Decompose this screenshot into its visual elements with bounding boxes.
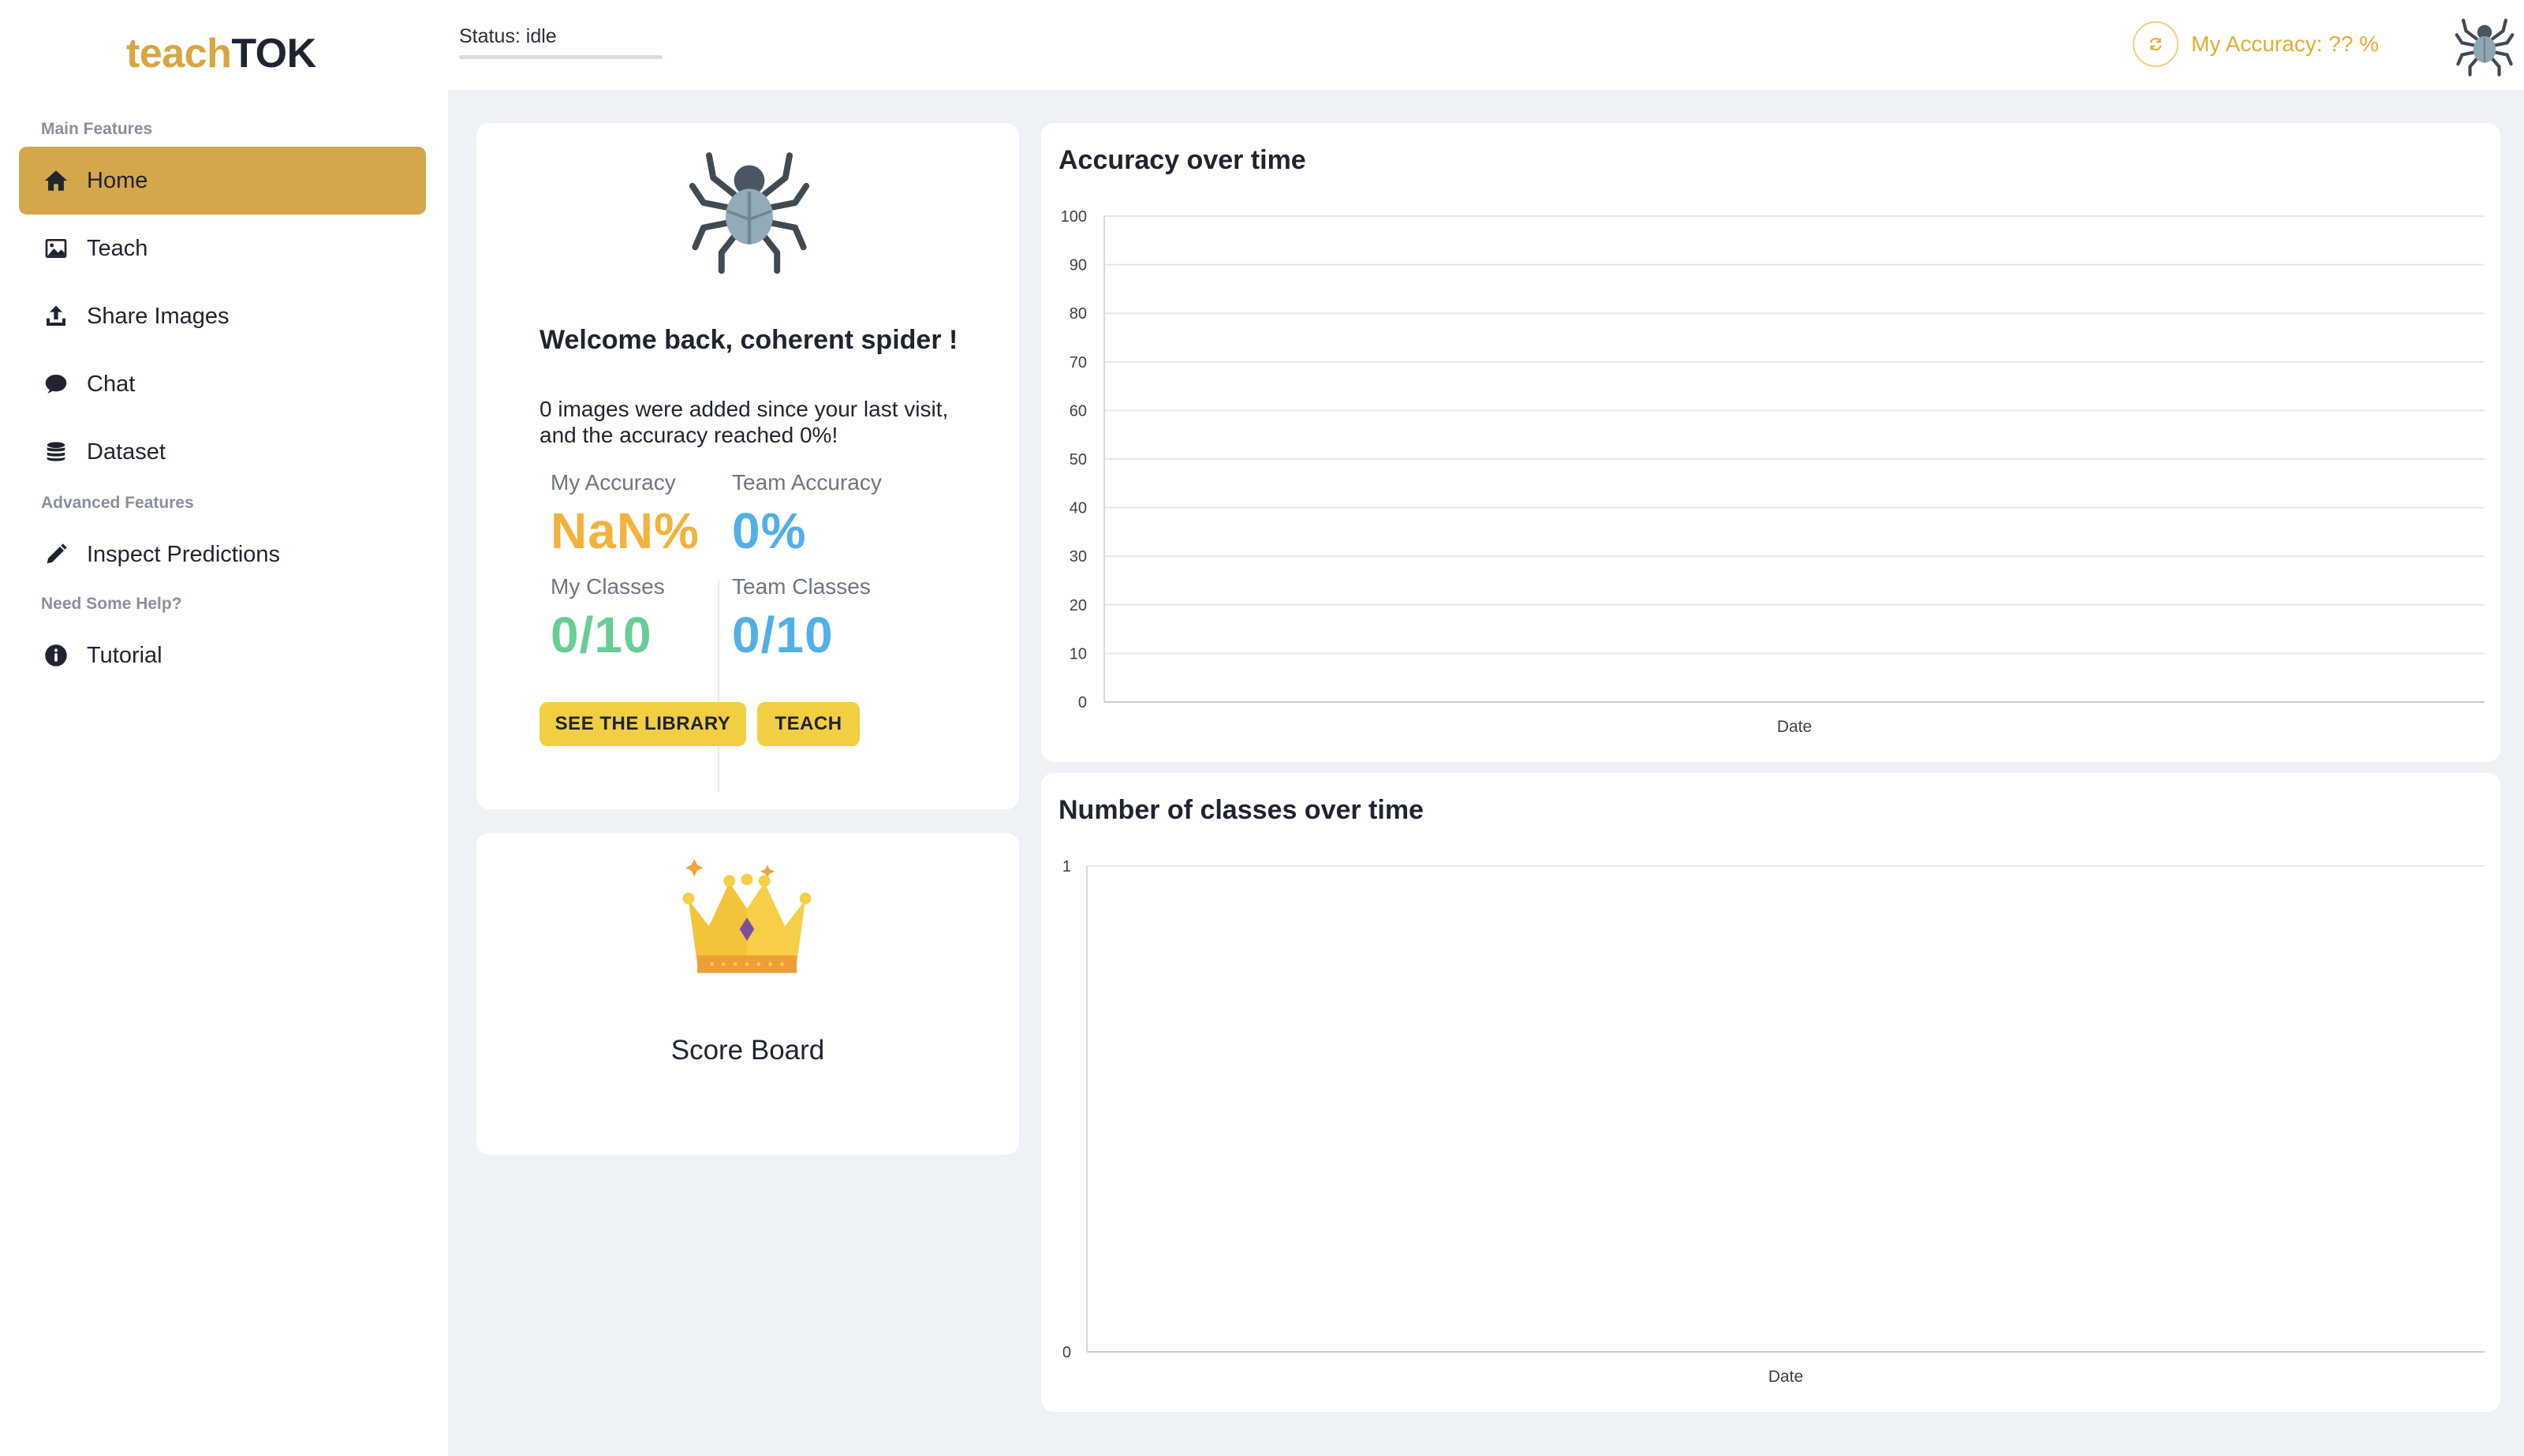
y-tick-label: 60 bbox=[1070, 402, 1087, 420]
team-accuracy-stat: Team Accuracy 0% bbox=[732, 470, 882, 560]
sidebar-item-dataset[interactable]: Dataset bbox=[19, 418, 426, 486]
sidebar-item-label: Chat bbox=[87, 371, 136, 397]
y-tick-label: 80 bbox=[1070, 305, 1087, 323]
y-tick-label: 100 bbox=[1061, 208, 1087, 226]
image-icon bbox=[43, 235, 69, 262]
spider-icon bbox=[680, 139, 819, 278]
status-text: Status: idle bbox=[459, 25, 557, 47]
top-bar: Status: idle My Accuracy: ?? % bbox=[448, 0, 2524, 90]
my-accuracy-stat-value: NaN% bbox=[551, 502, 700, 559]
info-icon bbox=[43, 642, 69, 669]
y-tick-label: 1 bbox=[1062, 858, 1071, 875]
y-tick-label: 70 bbox=[1070, 354, 1087, 371]
y-tick-label: 10 bbox=[1070, 645, 1087, 663]
x-axis-label: Date bbox=[1777, 718, 1812, 736]
y-tick-label: 40 bbox=[1070, 500, 1087, 517]
y-tick-label: 0 bbox=[1078, 694, 1087, 711]
sidebar-item-label: Share Images bbox=[87, 303, 230, 329]
classes-chart-card: Number of classes over time 0 1 Date bbox=[1041, 773, 2500, 1412]
my-classes-stat-value: 0/10 bbox=[551, 607, 652, 663]
welcome-card: Welcome back, coherent spider ! 0 images… bbox=[476, 123, 1019, 809]
sidebar-item-label: Teach bbox=[87, 235, 148, 261]
sidebar-item-label: Tutorial bbox=[87, 642, 162, 668]
database-icon bbox=[43, 439, 69, 465]
my-classes-stat: My Classes 0/10 bbox=[551, 574, 665, 664]
app-logo[interactable]: teachTOK bbox=[126, 30, 316, 77]
teach-button[interactable]: TEACH bbox=[757, 702, 860, 746]
score-board-card[interactable]: Score Board bbox=[476, 833, 1019, 1155]
y-tick-label: 90 bbox=[1070, 257, 1087, 274]
home-icon bbox=[43, 167, 69, 194]
my-accuracy-indicator[interactable]: My Accuracy: ?? % bbox=[2133, 21, 2379, 68]
chat-bubble-icon bbox=[43, 371, 69, 398]
spider-icon[interactable] bbox=[2451, 11, 2518, 77]
welcome-message: 0 images were added since your last visi… bbox=[540, 397, 949, 447]
brand-part-tok: TOK bbox=[231, 31, 316, 77]
welcome-title: Welcome back, coherent spider ! bbox=[540, 325, 958, 355]
sidebar-item-share-images[interactable]: Share Images bbox=[19, 282, 426, 350]
y-tick-label: 50 bbox=[1070, 451, 1087, 469]
team-accuracy-stat-label: Team Accuracy bbox=[732, 470, 882, 495]
classes-chart: 0 1 Date bbox=[1062, 858, 2485, 1386]
upload-icon bbox=[43, 303, 69, 330]
section-title-advanced-features: Advanced Features bbox=[41, 494, 194, 512]
y-tick-label: 30 bbox=[1070, 548, 1087, 566]
team-classes-stat-value: 0/10 bbox=[732, 607, 834, 663]
sidebar-item-teach[interactable]: Teach bbox=[19, 215, 426, 282]
accuracy-chart: 0 10 20 30 40 50 60 70 80 90 100 Date bbox=[1061, 208, 2485, 736]
pencil-icon bbox=[43, 541, 69, 568]
my-accuracy-stat-label: My Accuracy bbox=[551, 470, 676, 495]
y-tick-label: 0 bbox=[1062, 1344, 1071, 1361]
my-accuracy-stat: My Accuracy NaN% bbox=[551, 470, 700, 560]
sidebar-item-home[interactable]: Home bbox=[19, 147, 426, 215]
my-accuracy-label: My Accuracy: ?? % bbox=[2191, 32, 2380, 56]
sidebar-item-chat[interactable]: Chat bbox=[19, 350, 426, 418]
sidebar-item-label: Dataset bbox=[87, 439, 166, 465]
brand-part-teach: teach bbox=[126, 31, 232, 77]
team-classes-stat-label: Team Classes bbox=[732, 574, 871, 599]
section-title-main-features: Main Features bbox=[41, 120, 153, 138]
team-classes-stat: Team Classes 0/10 bbox=[732, 574, 871, 664]
status-progress-line bbox=[459, 55, 663, 59]
my-classes-stat-label: My Classes bbox=[551, 574, 665, 599]
stats-divider bbox=[718, 581, 719, 792]
sidebar-item-inspect-predictions[interactable]: Inspect Predictions bbox=[19, 521, 426, 588]
sidebar-item-label: Inspect Predictions bbox=[87, 541, 281, 567]
section-title-need-help: Need Some Help? bbox=[41, 595, 182, 613]
team-accuracy-stat-value: 0% bbox=[732, 502, 807, 559]
accuracy-chart-card: Accuracy over time 0 10 20 30 40 50 60 70 80 90 10… bbox=[1041, 123, 2500, 762]
see-library-button[interactable]: SEE THE LIBRARY bbox=[540, 702, 746, 746]
score-board-title: Score Board bbox=[670, 1035, 825, 1066]
x-axis-label: Date bbox=[1768, 1368, 1803, 1386]
sidebar: teachTOK Main Features Home Teach Share … bbox=[0, 0, 448, 1456]
y-tick-label: 20 bbox=[1070, 597, 1087, 614]
sidebar-item-tutorial[interactable]: Tutorial bbox=[19, 622, 426, 689]
crown-icon bbox=[674, 850, 820, 989]
sidebar-item-label: Home bbox=[87, 167, 148, 193]
refresh-icon[interactable] bbox=[2133, 21, 2179, 67]
